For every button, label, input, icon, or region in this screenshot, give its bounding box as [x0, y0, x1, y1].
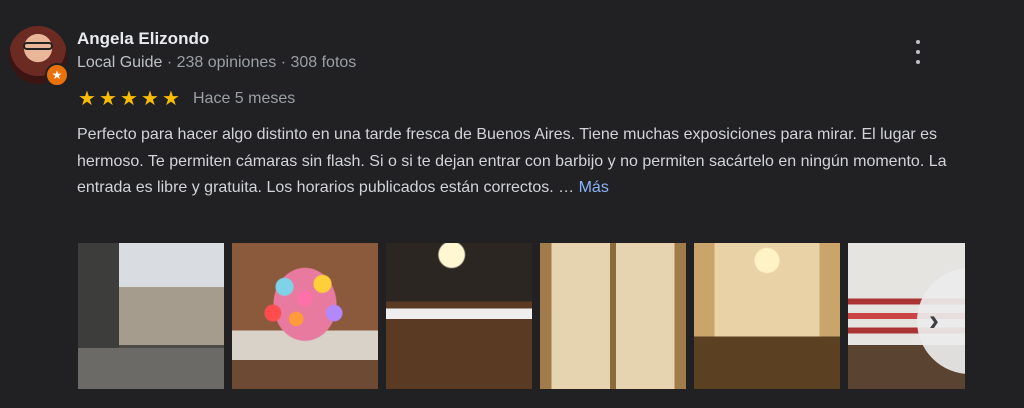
review-photo[interactable] — [232, 243, 378, 389]
star-icon: ★ — [141, 88, 159, 110]
more-vert-icon[interactable] — [910, 40, 926, 64]
reviews-count: 238 opiniones — [176, 54, 277, 71]
star-rating: ★ ★ ★ ★ ★ — [77, 89, 181, 109]
chevron-right-icon: › — [929, 304, 939, 337]
star-icon: ★ — [162, 88, 180, 110]
review-photo[interactable] — [694, 243, 840, 389]
star-icon: ★ — [120, 88, 138, 110]
reviewer-meta: Local Guide · 238 opiniones · 308 fotos — [77, 54, 356, 72]
photos-count: 308 fotos — [290, 54, 357, 71]
review-photo[interactable] — [540, 243, 686, 389]
photo-strip — [78, 243, 965, 389]
review-photo[interactable] — [386, 243, 532, 389]
star-icon: ★ — [99, 88, 117, 110]
review-date: Hace 5 meses — [193, 90, 296, 107]
review-body: Perfecto para hacer algo distinto en una… — [77, 126, 947, 196]
meta-separator: · — [162, 54, 177, 71]
more-link[interactable]: Más — [579, 179, 609, 196]
review-text: Perfecto para hacer algo distinto en una… — [77, 122, 977, 202]
meta-separator: · — [276, 54, 291, 71]
star-icon: ★ — [78, 88, 96, 110]
reviewer-name[interactable]: Angela Elizondo — [77, 29, 209, 49]
local-guide-star-icon: ★ — [45, 63, 69, 87]
avatar-glasses-detail — [23, 42, 53, 50]
review-photo[interactable] — [78, 243, 224, 389]
local-guide-label[interactable]: Local Guide — [77, 54, 162, 71]
rating-row: ★ ★ ★ ★ ★ Hace 5 meses — [77, 88, 295, 110]
